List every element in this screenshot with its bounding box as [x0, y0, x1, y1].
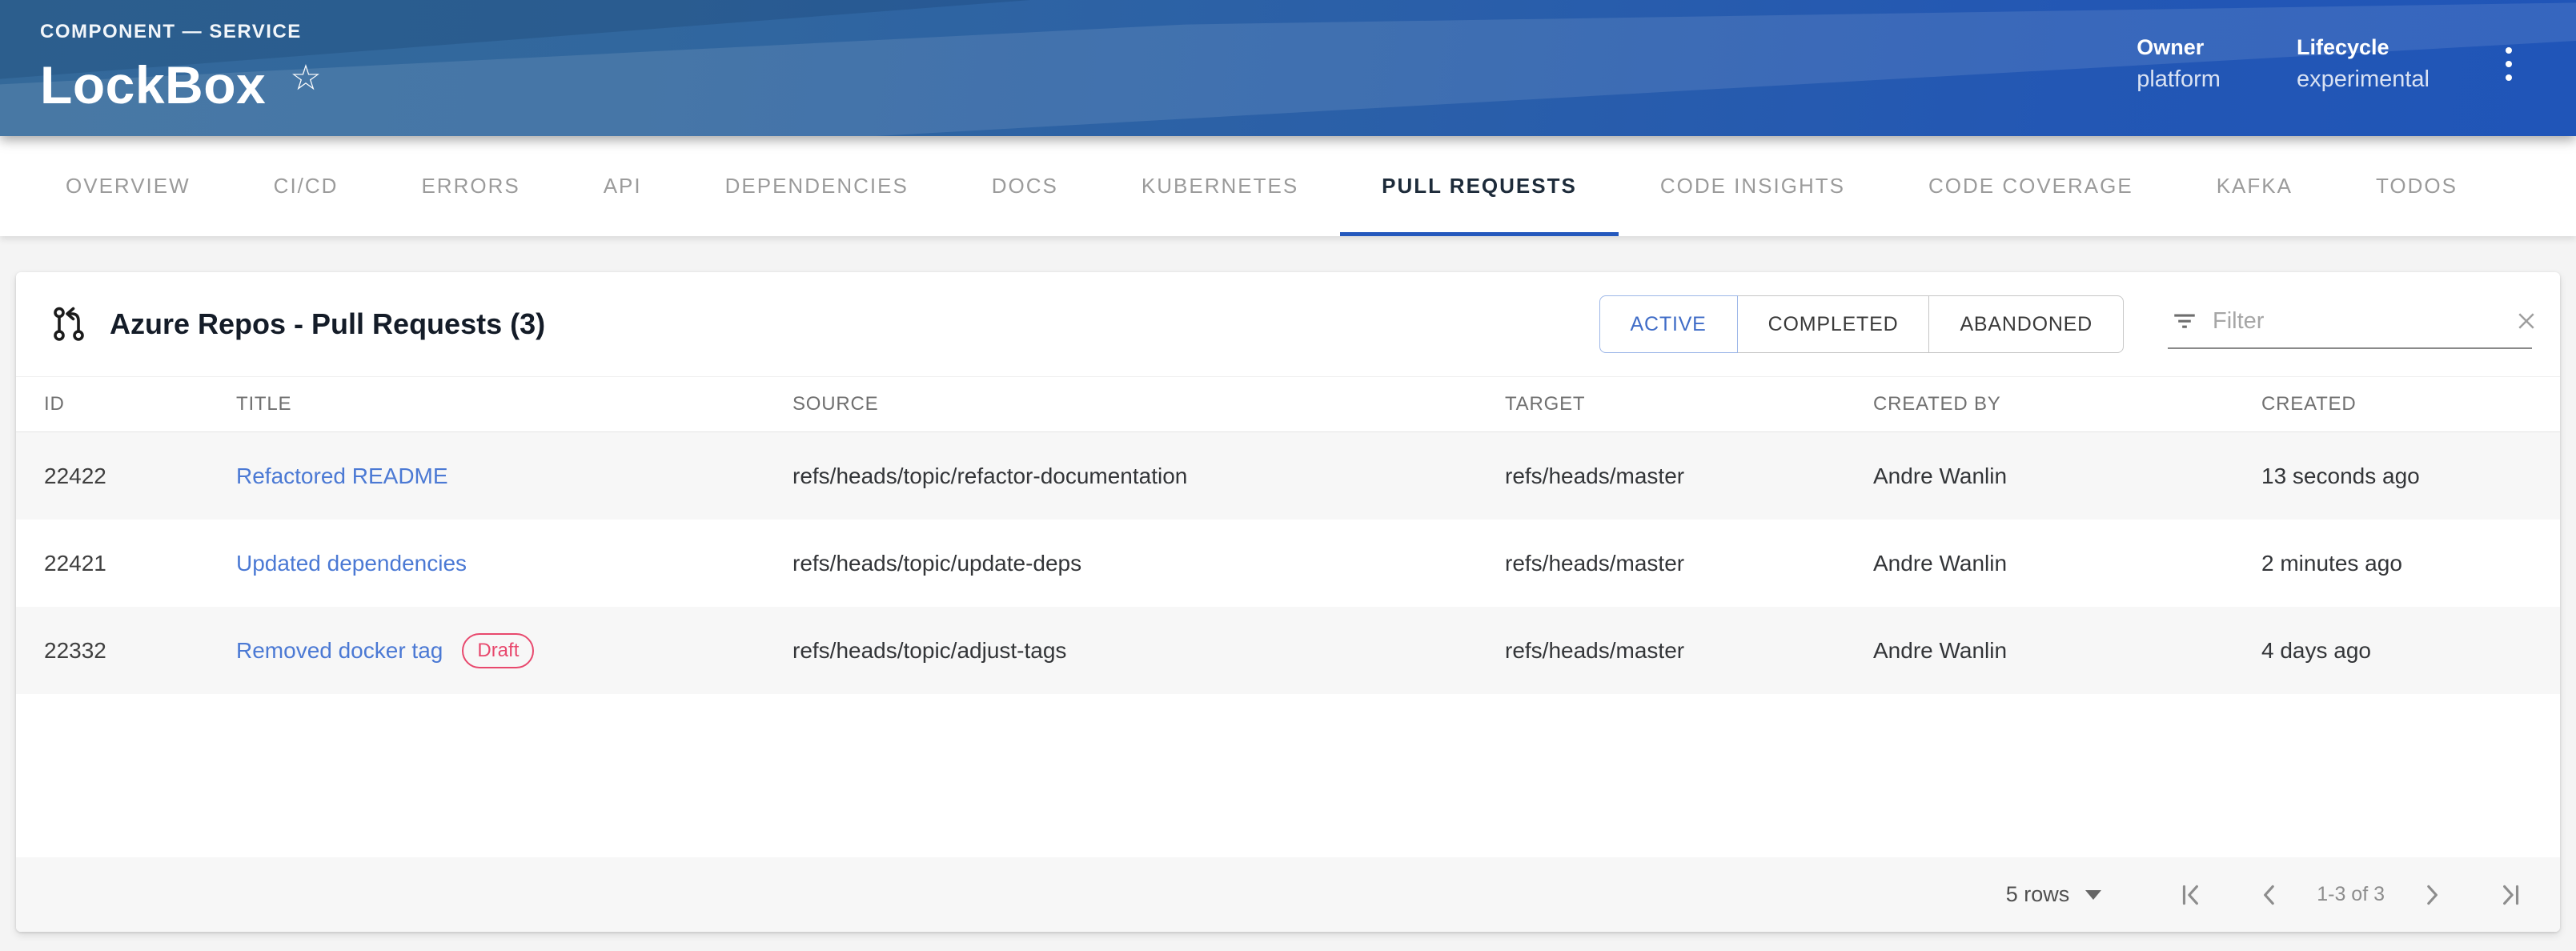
pr-created-by: Andre Wanlin: [1873, 551, 2261, 576]
table-footer: 5 rows 1-3 of 3: [16, 857, 2560, 932]
owner-label: Owner: [2137, 35, 2221, 60]
card-title: Azure Repos - Pull Requests (3): [110, 307, 545, 341]
table-empty-space: [16, 694, 2560, 857]
owner-value: platform: [2137, 66, 2221, 93]
tab-todos[interactable]: TODOS: [2334, 136, 2499, 236]
tab-bar: OVERVIEW CI/CD ERRORS API DEPENDENCIES D…: [0, 136, 2576, 236]
tab-errors[interactable]: ERRORS: [379, 136, 561, 236]
favorite-star-icon[interactable]: ☆: [290, 61, 321, 96]
pr-title-link[interactable]: Removed docker tag: [236, 638, 443, 664]
filter-field: [2168, 299, 2532, 349]
pr-title-link[interactable]: Updated dependencies: [236, 551, 467, 576]
draft-badge: Draft: [462, 633, 534, 668]
pull-request-icon: [50, 305, 89, 343]
filter-input[interactable]: [2213, 308, 2514, 335]
column-header-created-by: CREATED BY: [1873, 393, 2261, 415]
pr-created: 4 days ago: [2261, 638, 2532, 664]
tab-kubernetes[interactable]: KUBERNETES: [1100, 136, 1340, 236]
pr-source: refs/heads/topic/refactor-documentation: [792, 463, 1505, 489]
pr-id: 22332: [44, 638, 236, 664]
tab-docs[interactable]: DOCS: [950, 136, 1100, 236]
tab-code-coverage[interactable]: CODE COVERAGE: [1887, 136, 2175, 236]
page-title: LockBox: [40, 54, 266, 115]
column-header-created: CREATED: [2261, 393, 2532, 415]
entity-meta: Owner platform Lifecycle experimental: [2060, 35, 2536, 93]
column-header-target: TARGET: [1505, 393, 1873, 415]
owner-block: Owner platform: [2137, 35, 2221, 93]
pr-title-link[interactable]: Refactored README: [236, 463, 448, 489]
table-row: 22332 Removed docker tag Draft refs/head…: [16, 607, 2560, 694]
pr-created-by: Andre Wanlin: [1873, 638, 2261, 664]
state-filter-abandoned[interactable]: ABANDONED: [1928, 295, 2124, 353]
tab-label: CODE COVERAGE: [1928, 174, 2133, 199]
lifecycle-label: Lifecycle: [2297, 35, 2430, 60]
tab-label: PULL REQUESTS: [1382, 174, 1577, 199]
table-row: 22422 Refactored README refs/heads/topic…: [16, 432, 2560, 520]
tab-label: ERRORS: [421, 174, 520, 199]
tab-label: CODE INSIGHTS: [1660, 174, 1845, 199]
tab-kafka[interactable]: KAFKA: [2175, 136, 2334, 236]
pr-created: 13 seconds ago: [2261, 463, 2532, 489]
tab-dependencies[interactable]: DEPENDENCIES: [684, 136, 950, 236]
state-filter-completed[interactable]: COMPLETED: [1737, 295, 1930, 353]
app-header: COMPONENT — SERVICE LockBox ☆ Owner plat…: [0, 0, 2576, 136]
kebab-menu-icon[interactable]: [2498, 39, 2520, 89]
last-page-icon: [2495, 881, 2524, 909]
pr-target: refs/heads/master: [1505, 551, 1873, 576]
state-filter-group: ACTIVECOMPLETEDABANDONED: [1599, 295, 2124, 353]
card-header: Azure Repos - Pull Requests (3) ACTIVECO…: [16, 272, 2560, 376]
last-page-button[interactable]: [2495, 881, 2524, 909]
tab-label: DEPENDENCIES: [725, 174, 909, 199]
rows-per-page-value: 5 rows: [2006, 882, 2070, 907]
tab-code-insights[interactable]: CODE INSIGHTS: [1619, 136, 1887, 236]
clear-icon[interactable]: [2514, 309, 2538, 333]
pr-created: 2 minutes ago: [2261, 551, 2532, 576]
pr-source: refs/heads/topic/adjust-tags: [792, 638, 1505, 664]
first-page-icon: [2177, 881, 2206, 909]
prev-page-button[interactable]: [2256, 881, 2285, 909]
tab-overview[interactable]: OVERVIEW: [24, 136, 232, 236]
pr-target: refs/heads/master: [1505, 463, 1873, 489]
tab-label: KUBERNETES: [1142, 174, 1298, 199]
next-page-button[interactable]: [2417, 881, 2446, 909]
tab-label: OVERVIEW: [66, 174, 191, 199]
first-page-button[interactable]: [2177, 881, 2206, 909]
tab-label: TODOS: [2376, 174, 2458, 199]
tab-api[interactable]: API: [562, 136, 684, 236]
pr-target: refs/heads/master: [1505, 638, 1873, 664]
column-header-id: ID: [44, 393, 236, 415]
rows-per-page-select[interactable]: 5 rows: [2006, 882, 2102, 907]
prev-page-icon: [2256, 881, 2285, 909]
tab-label: DOCS: [992, 174, 1058, 199]
pr-id: 22422: [44, 463, 236, 489]
entity-kind-label: COMPONENT — SERVICE: [40, 21, 322, 43]
tab-label: KAFKA: [2217, 174, 2293, 199]
next-page-icon: [2417, 881, 2446, 909]
filter-list-icon: [2171, 307, 2198, 335]
pr-source: refs/heads/topic/update-deps: [792, 551, 1505, 576]
caret-down-icon: [2085, 890, 2101, 900]
tab-pull-requests[interactable]: PULL REQUESTS: [1340, 136, 1619, 236]
tab-label: CI/CD: [274, 174, 339, 199]
table-body: 22422 Refactored README refs/heads/topic…: [16, 432, 2560, 694]
tab-label: API: [604, 174, 642, 199]
pagination-range-label: 1-3 of 3: [2317, 883, 2385, 906]
table-row: 22421 Updated dependencies refs/heads/to…: [16, 520, 2560, 607]
pr-id: 22421: [44, 551, 236, 576]
entity-heading: COMPONENT — SERVICE LockBox ☆: [40, 21, 322, 115]
lifecycle-block: Lifecycle experimental: [2297, 35, 2430, 93]
column-header-title: TITLE: [236, 393, 792, 415]
state-filter-active[interactable]: ACTIVE: [1599, 295, 1738, 353]
column-header-source: SOURCE: [792, 393, 1505, 415]
pr-created-by: Andre Wanlin: [1873, 463, 2261, 489]
page: COMPONENT — SERVICE LockBox ☆ Owner plat…: [0, 0, 2576, 951]
table-header-row: IDTITLESOURCETARGETCREATED BYCREATED: [16, 376, 2560, 432]
lifecycle-value: experimental: [2297, 66, 2430, 93]
pull-requests-card: Azure Repos - Pull Requests (3) ACTIVECO…: [16, 272, 2560, 932]
tab-ci-cd[interactable]: CI/CD: [232, 136, 380, 236]
